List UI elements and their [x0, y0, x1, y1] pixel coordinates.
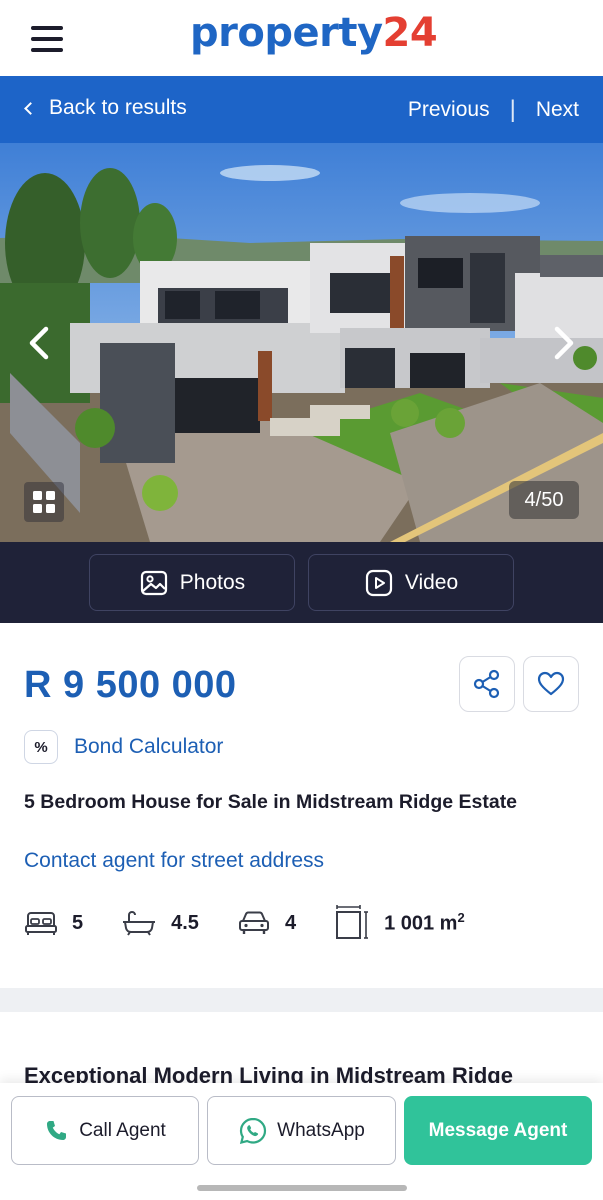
logo-text-property: property: [190, 10, 383, 56]
photo-counter: 4/50: [509, 481, 579, 519]
erf-size-feature: 1 001 m2: [334, 905, 465, 941]
erf-size-unit-superscript: 2: [457, 910, 465, 926]
whatsapp-label: WhatsApp: [277, 1119, 365, 1141]
menu-icon[interactable]: [31, 26, 63, 52]
garages-count: 4: [284, 911, 297, 934]
nav-separator: |: [509, 96, 516, 123]
bottom-action-bar: Call Agent WhatsApp Message Agent: [0, 1083, 603, 1200]
image-icon: [140, 570, 167, 595]
results-nav-bar: Back to results Previous | Next: [0, 76, 603, 143]
next-photo-arrow[interactable]: [543, 323, 583, 363]
bedrooms-count: 5: [72, 911, 84, 934]
percent-icon: %: [24, 730, 58, 764]
share-button[interactable]: [459, 656, 515, 712]
phone-icon: [47, 1120, 67, 1140]
listing-photo[interactable]: 4/50: [0, 143, 603, 542]
erf-size-number: 1 001 m: [384, 912, 458, 935]
garages-feature: 4: [237, 909, 296, 937]
photos-button[interactable]: Photos: [89, 554, 295, 611]
bathrooms-feature: 4.5: [121, 909, 199, 937]
video-button[interactable]: Video: [308, 554, 514, 611]
grid-icon: [33, 491, 55, 513]
share-icon: [473, 669, 500, 699]
car-icon: [238, 911, 269, 934]
heart-icon: [537, 671, 565, 696]
photos-label: Photos: [179, 570, 246, 594]
video-label: Video: [404, 570, 459, 594]
bathrooms-count: 4.5: [171, 911, 199, 934]
whatsapp-icon: [240, 1117, 267, 1144]
gallery-grid-button[interactable]: [24, 482, 64, 522]
chevron-left-icon: [24, 101, 37, 115]
erf-size-value: 1 001 m2: [384, 910, 465, 936]
media-tabs-bar: Photos Video: [0, 542, 603, 623]
prev-next-controls: Previous | Next: [408, 96, 579, 124]
listing-title: 5 Bedroom House for Sale in Midstream Ri…: [24, 791, 518, 813]
chevron-left-icon: [29, 326, 49, 360]
whatsapp-button[interactable]: WhatsApp: [207, 1096, 396, 1165]
call-agent-button[interactable]: Call Agent: [11, 1096, 199, 1165]
next-link[interactable]: Next: [536, 98, 579, 122]
property-features: 5 4.5 4 1 001 m2: [24, 903, 503, 943]
listing-price: R 9 500 000: [24, 664, 237, 706]
bed-icon: [25, 912, 57, 935]
chevron-right-icon: [554, 326, 574, 360]
home-indicator: [197, 1185, 407, 1191]
section-divider: [0, 988, 603, 1012]
video-play-icon: [365, 569, 392, 596]
favourite-button[interactable]: [523, 656, 579, 712]
logo-text-24: 24: [382, 10, 438, 56]
bond-calculator-label: Bond Calculator: [74, 735, 224, 758]
call-agent-label: Call Agent: [79, 1119, 166, 1141]
floor-area-icon: [336, 905, 369, 939]
property24-logo[interactable]: property24: [190, 10, 438, 56]
bath-icon: [123, 910, 156, 936]
contact-agent-address-link[interactable]: Contact agent for street address: [24, 849, 324, 873]
previous-link[interactable]: Previous: [408, 98, 490, 122]
bedrooms-feature: 5: [24, 909, 83, 937]
message-agent-button[interactable]: Message Agent: [404, 1096, 592, 1165]
back-to-results-label: Back to results: [49, 96, 187, 119]
top-header: property24: [0, 0, 603, 76]
bond-calculator-link[interactable]: % Bond Calculator: [24, 730, 223, 764]
back-to-results-link[interactable]: Back to results: [22, 96, 187, 120]
previous-photo-arrow[interactable]: [20, 323, 60, 363]
